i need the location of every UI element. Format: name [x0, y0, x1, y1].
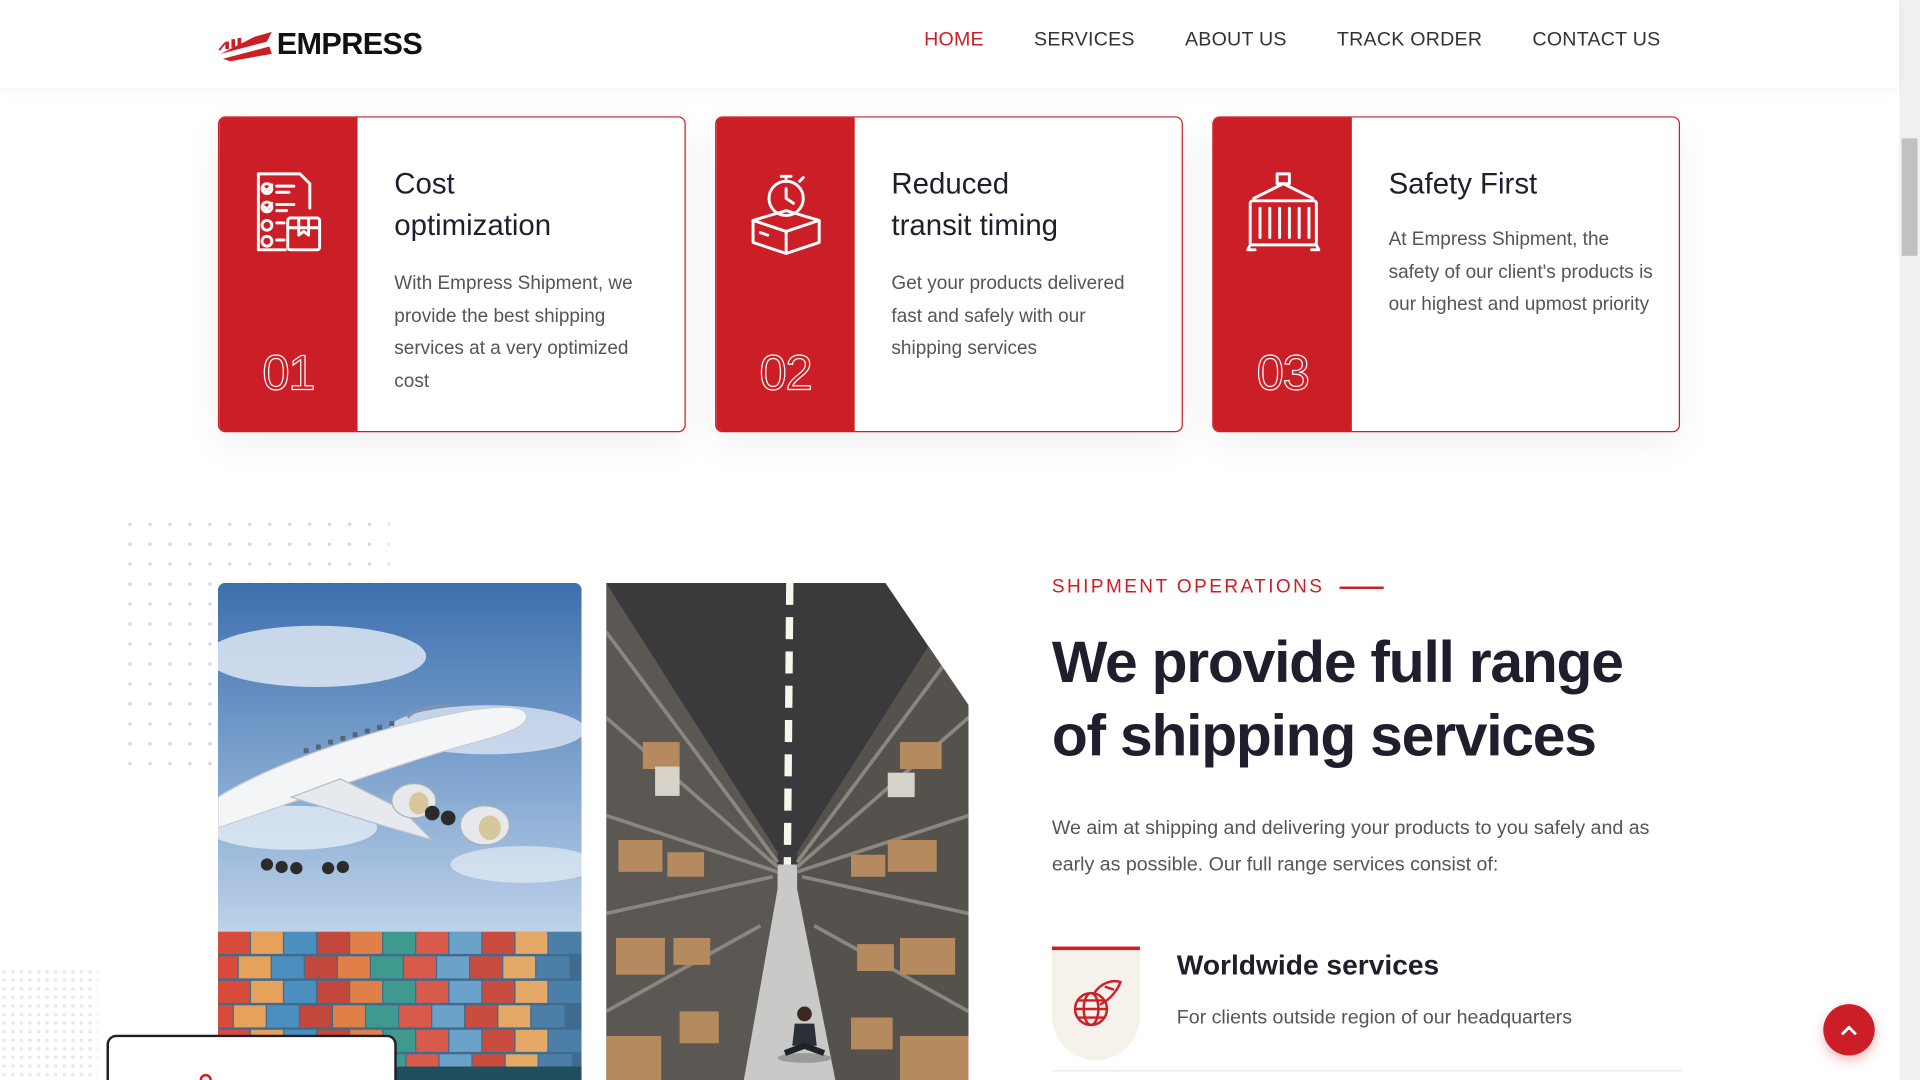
checklist-box-icon	[256, 172, 322, 252]
stopwatch-box-icon	[751, 174, 821, 255]
feature-card-body: Safety First At Empress Shipment, the sa…	[1352, 118, 1679, 431]
feature-card-side: 01	[219, 117, 358, 432]
feature-title-line: Reduced	[891, 167, 1010, 201]
nav-about-us[interactable]: ABOUT US	[1185, 29, 1287, 51]
feature-cards: 01 Cost optimization With Empress Shipme…	[217, 116, 1681, 433]
feature-card-body: Reduced transit timing Get your products…	[855, 118, 1182, 431]
page: EMPRESS HOME SERVICES ABOUT US TRACK ORD…	[0, 0, 1920, 1080]
feature-card-side: 02	[716, 117, 855, 432]
ship-logo-icon	[218, 31, 272, 62]
location-pin-icon	[199, 1073, 212, 1080]
nav-contact-us[interactable]: CONTACT US	[1532, 29, 1660, 51]
service-divider	[1051, 1070, 1682, 1072]
service-icon-badge	[1051, 946, 1141, 1061]
eyebrow-line	[1339, 586, 1384, 589]
service-item-worldwide[interactable]: Worldwide services For clients outside r…	[1051, 946, 1682, 1072]
feature-number: 02	[759, 346, 813, 401]
scrollbar-thumb[interactable]	[1901, 138, 1918, 256]
feature-title-line: Safety First	[1388, 167, 1538, 201]
nav-home[interactable]: HOME	[924, 29, 984, 51]
feature-number: 03	[1256, 346, 1310, 401]
feature-text: Get your products delivered fast and saf…	[891, 273, 1125, 359]
section-lead: We aim at shipping and delivering your p…	[1051, 817, 1650, 876]
feature-card-safety: 03 Safety First At Empress Shipment, the…	[1212, 116, 1681, 433]
nav-services[interactable]: SERVICES	[1034, 29, 1135, 51]
warehouse-aisle-image	[606, 582, 969, 1080]
brand-name: EMPRESS	[276, 26, 423, 61]
airplane-over-containers-image	[217, 582, 582, 1080]
feature-card-cost: 01 Cost optimization With Empress Shipme…	[217, 116, 686, 433]
nav-track-order[interactable]: TRACK ORDER	[1337, 29, 1482, 51]
feature-card-transit: 02 Reduced transit timing Get your produ…	[715, 116, 1183, 433]
section-eyebrow: SHIPMENT OPERATIONS	[1051, 576, 1384, 599]
site-header: EMPRESS HOME SERVICES ABOUT US TRACK ORD…	[0, 0, 1900, 89]
chevron-up-icon	[1841, 1025, 1857, 1035]
main-nav: HOME SERVICES ABOUT US TRACK ORDER CONTA…	[924, 29, 1660, 51]
feature-card-side: 03	[1213, 117, 1352, 432]
feature-text: With Empress Shipment, we provide the be…	[394, 273, 633, 392]
service-text: For clients outside region of our headqu…	[1176, 1007, 1573, 1029]
feature-number: 01	[262, 346, 316, 401]
container-crane-icon	[1246, 172, 1321, 252]
section-headline: We provide full range of shipping servic…	[1051, 630, 1624, 769]
brand-logo[interactable]: EMPRESS	[218, 24, 423, 63]
feature-card-body: Cost optimization With Empress Shipment,…	[358, 118, 685, 431]
dot-pattern-corner	[0, 967, 98, 1080]
feature-text: At Empress Shipment, the safety of our c…	[1388, 228, 1653, 315]
page-scrollbar[interactable]	[1899, 0, 1920, 1080]
feature-title-line: Cost	[394, 167, 455, 201]
globe-plane-icon	[1073, 979, 1122, 1027]
feature-title: Cost optimization	[394, 164, 660, 247]
feature-title-line: transit timing	[891, 209, 1059, 243]
floating-info-card	[106, 1034, 397, 1080]
eyebrow-text: SHIPMENT OPERATIONS	[1051, 576, 1325, 598]
back-to-top-button[interactable]	[1823, 1004, 1875, 1056]
service-title: Worldwide services	[1176, 948, 1440, 981]
feature-title: Reduced transit timing	[891, 164, 1157, 247]
feature-title: Safety First	[1389, 164, 1655, 206]
feature-title-line: optimization	[394, 209, 552, 243]
